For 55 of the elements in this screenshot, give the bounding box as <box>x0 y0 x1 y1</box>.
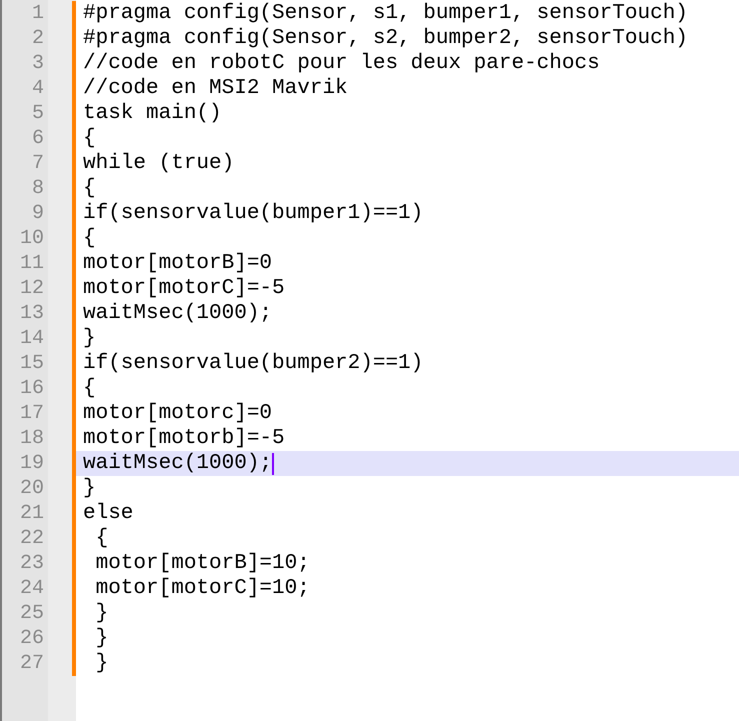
line-number: 1 <box>32 1 44 26</box>
line-number: 24 <box>20 576 44 601</box>
code-line: if(sensorvalue(bumper1)==1) <box>83 201 424 226</box>
line-number: 15 <box>20 351 44 376</box>
code-line: } <box>83 476 96 501</box>
line-number: 13 <box>20 301 44 326</box>
text-cursor <box>272 452 274 474</box>
code-line: motor[motorB]=10; <box>94 551 310 576</box>
code-line: } <box>94 651 108 676</box>
code-line: } <box>94 601 108 626</box>
code-line: //code en MSI2 Mavrik <box>83 76 348 101</box>
line-number: 19 <box>20 451 44 476</box>
code-line: motor[motorc]=0 <box>83 401 272 426</box>
line-number: 7 <box>32 151 44 176</box>
code-line: { <box>83 376 96 401</box>
line-number: 6 <box>32 126 44 151</box>
line-number: 12 <box>20 276 44 301</box>
line-number: 25 <box>20 601 44 626</box>
line-number: 9 <box>32 201 44 226</box>
line-number: 27 <box>20 651 44 676</box>
line-number: 10 <box>20 226 44 251</box>
line-number: 14 <box>20 326 44 351</box>
code-line: motor[motorB]=0 <box>83 251 272 276</box>
code-line: waitMsec(1000); <box>83 301 272 326</box>
code-line: else <box>83 501 134 526</box>
code-line: { <box>83 226 96 251</box>
line-number: 23 <box>20 551 44 576</box>
code-line: if(sensorvalue(bumper2)==1) <box>83 351 424 376</box>
code-line: while (true) <box>83 151 234 176</box>
line-number: 11 <box>20 251 44 276</box>
code-line: { <box>83 176 96 201</box>
line-number: 8 <box>32 176 44 201</box>
line-number: 18 <box>20 426 44 451</box>
line-number: 21 <box>20 501 44 526</box>
line-number: 20 <box>20 476 44 501</box>
code-line: task main() <box>83 101 222 126</box>
line-number: 3 <box>32 51 44 76</box>
code-line: } <box>83 326 96 351</box>
code-line: } <box>94 626 108 651</box>
line-number: 2 <box>32 26 44 51</box>
code-line: waitMsec(1000); <box>83 451 272 476</box>
code-line: #pragma config(Sensor, s2, bumper2, sensorTouch) <box>83 26 688 51</box>
line-number: 5 <box>32 101 44 126</box>
code-line: motor[motorb]=-5 <box>83 426 285 451</box>
line-number: 17 <box>20 401 44 426</box>
line-number: 16 <box>20 376 44 401</box>
code-line: #pragma config(Sensor, s1, bumper1, sensorTouch) <box>83 1 688 26</box>
code-line: //code en robotC pour les deux pare-chocs <box>83 51 600 76</box>
code-line: motor[motorC]=-5 <box>83 276 285 301</box>
line-number: 4 <box>32 76 44 101</box>
code-line: { <box>83 126 96 151</box>
code-line: { <box>94 526 108 551</box>
code-line: motor[motorC]=10; <box>94 576 310 601</box>
line-number: 22 <box>20 526 44 551</box>
line-number: 26 <box>20 626 44 651</box>
